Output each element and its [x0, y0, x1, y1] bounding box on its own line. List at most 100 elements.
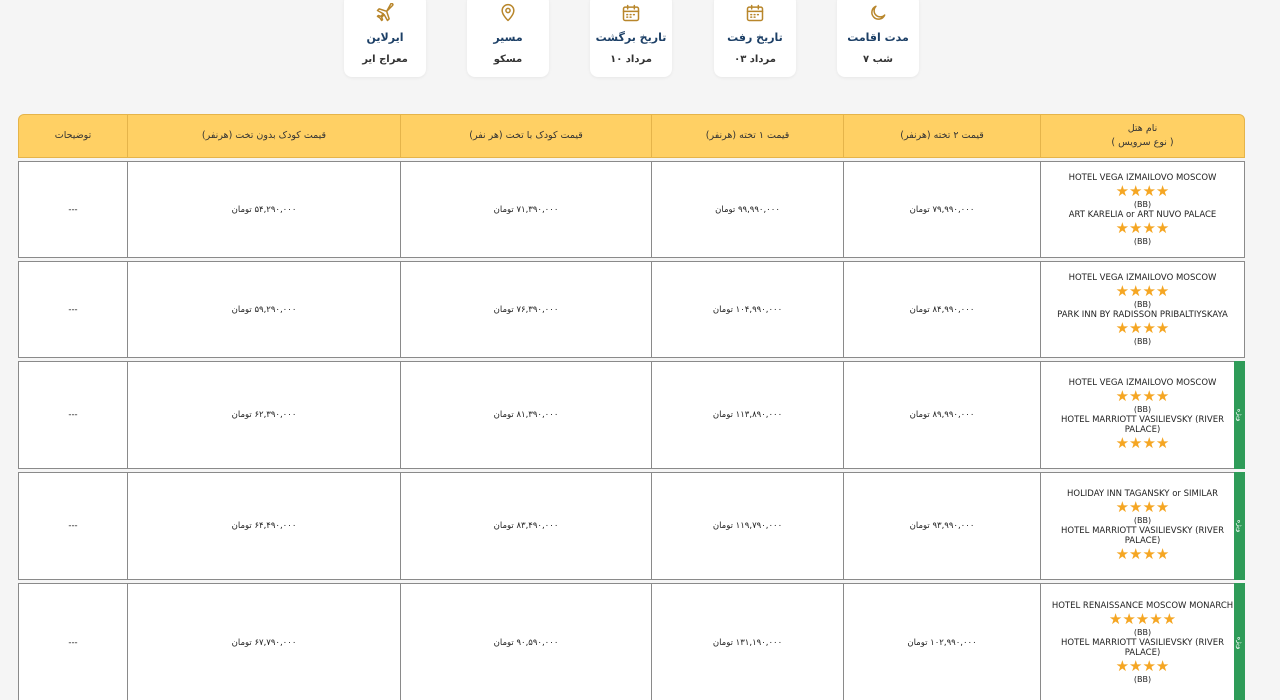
hotel-name: HOTEL MARRIOTT VASILIEVSKY (RIVER PALACE…	[1061, 638, 1224, 658]
hotel-names-cell: HOLIDAY INN TAGANSKY or SIMILAR ★★★★ (BB) H…	[1040, 472, 1245, 580]
child-no-bed-price-cell-text: ۶۴,۴۹۰,۰۰۰ تومان	[231, 521, 297, 531]
double-room-price-cell-text: ۱۰۲,۹۹۰,۰۰۰ تومان	[907, 638, 977, 648]
child-with-bed-price-cell-text: ۸۳,۴۹۰,۰۰۰ تومان	[493, 521, 559, 531]
child-with-bed-price-cell: ۸۳,۴۹۰,۰۰۰ تومان	[400, 472, 652, 580]
hotel-name: HOTEL VEGA IZMAILOVO MOSCOW	[1068, 172, 1217, 183]
single-room-price-cell: ۱۰۴,۹۹۰,۰۰۰ تومان	[651, 261, 844, 358]
info-card-value: ۷ شب	[862, 54, 893, 65]
child-with-bed-price-cell-text: ۹۰,۵۹۰,۰۰۰ تومان	[493, 638, 559, 648]
info-card-label: مسیر	[493, 31, 523, 44]
child-with-bed-price-cell-text: ۸۱,۳۹۰,۰۰۰ تومان	[493, 410, 559, 420]
notes-cell: ---	[18, 583, 128, 700]
notes-cell-text: ---	[68, 638, 78, 648]
child-with-bed-price-cell: ۹۰,۵۹۰,۰۰۰ تومان	[400, 583, 652, 700]
calendar-icon	[714, 3, 796, 25]
info-card-value: مسکو	[493, 54, 523, 65]
service-type: (BB)	[1133, 516, 1152, 525]
notes-cell-text: ---	[68, 204, 78, 215]
hotel-names-cell: HOTEL RENAISSANCE MOSCOW MONARCH ★★★★★ (BB…	[1040, 583, 1245, 700]
single-room-price-cell: ۱۳۱,۱۹۰,۰۰۰ تومان	[651, 583, 844, 700]
service-type: (BB)	[1133, 675, 1152, 684]
location-pin-icon	[467, 3, 549, 25]
trip-info-cards: ایرلاین معراج ایر مسیر مسکو تاریخ برگشت …	[0, 0, 1280, 80]
special-offer-badge-text: ویژه	[1235, 408, 1244, 422]
header-hotel-name-label: نام هتل	[1127, 123, 1158, 134]
single-room-price-cell-text: ۱۳۱,۱۹۰,۰۰۰ تومان	[712, 638, 783, 648]
double-room-price-cell: ۸۴,۹۹۰,۰۰۰ تومان	[843, 261, 1041, 358]
special-offer-badge: ویژه	[1234, 361, 1245, 469]
notes-cell: ---	[18, 161, 128, 258]
info-card-label: تاریخ رفت	[727, 31, 783, 44]
single-room-price-cell: ۱۱۳,۸۹۰,۰۰۰ تومان	[651, 361, 844, 469]
special-offer-badge-text: ویژه	[1235, 636, 1244, 650]
hotel-name: ART KARELIA or ART NUVO PALACE	[1068, 209, 1217, 220]
table-row: --- ۵۴,۲۹۰,۰۰۰ تومان ۷۱,۳۹۰,۰۰۰ تومان ۹۹,۹۹…	[18, 161, 1245, 258]
special-offer-badge: ویژه	[1234, 583, 1245, 700]
single-room-price-cell: ۱۱۹,۷۹۰,۰۰۰ تومان	[651, 472, 844, 580]
service-type: (BB)	[1133, 628, 1152, 637]
info-card-route: مسیر مسکو	[467, 0, 549, 77]
child-no-bed-price-cell: ۶۴,۴۹۰,۰۰۰ تومان	[127, 472, 401, 580]
notes-cell-text: ---	[68, 304, 78, 315]
special-offer-badge: ویژه	[1234, 472, 1245, 580]
info-card-label: تاریخ برگشت	[595, 31, 667, 44]
header-double-room: قیمت ۲ تخته (هرنفر)	[843, 114, 1041, 158]
hotel-names-cell: HOTEL VEGA IZMAILOVO MOSCOW ★★★★ (BB) PARK …	[1040, 261, 1245, 358]
service-type: (BB)	[1133, 299, 1152, 309]
info-card-stay-duration: مدت اقامت ۷ شب	[837, 0, 919, 77]
header-child-no-bed: قیمت کودک بدون تخت (هرنفر)	[127, 114, 401, 158]
single-room-price-cell-text: ۹۹,۹۹۰,۰۰۰ تومان	[715, 204, 780, 215]
header-hotel-name: نام هتل ( نوع سرویس )	[1040, 114, 1245, 158]
child-with-bed-price-cell-text: ۷۶,۳۹۰,۰۰۰ تومان	[493, 304, 559, 315]
single-room-price-cell: ۹۹,۹۹۰,۰۰۰ تومان	[651, 161, 844, 258]
double-room-price-cell: ۷۹,۹۹۰,۰۰۰ تومان	[843, 161, 1041, 258]
child-no-bed-price-cell-text: ۵۴,۲۹۰,۰۰۰ تومان	[231, 204, 297, 215]
double-room-price-cell: ۹۳,۹۹۰,۰۰۰ تومان	[843, 472, 1041, 580]
calendar-icon	[590, 3, 672, 25]
double-room-price-cell: ۸۹,۹۹۰,۰۰۰ تومان	[843, 361, 1041, 469]
info-card-departure-date: تاریخ رفت ۰۳ مرداد	[714, 0, 796, 77]
table-row: --- ۶۴,۴۹۰,۰۰۰ تومان ۸۳,۴۹۰,۰۰۰ تومان ۱۱۹,۷…	[18, 472, 1245, 580]
hotel-name: PARK INN BY RADISSON PRIBALTIYSKAYA	[1057, 309, 1228, 320]
moon-icon	[837, 3, 919, 25]
hotel-name: HOTEL MARRIOTT VASILIEVSKY (RIVER PALACE…	[1061, 415, 1224, 435]
child-no-bed-price-cell: ۵۴,۲۹۰,۰۰۰ تومان	[127, 161, 401, 258]
table-row: --- ۶۷,۷۹۰,۰۰۰ تومان ۹۰,۵۹۰,۰۰۰ تومان ۱۳۱,۱…	[18, 583, 1245, 700]
hotel-name: HOTEL VEGA IZMAILOVO MOSCOW	[1068, 272, 1217, 283]
header-notes: توضیحات	[18, 114, 128, 158]
child-with-bed-price-cell-text: ۷۱,۳۹۰,۰۰۰ تومان	[493, 204, 559, 215]
notes-cell: ---	[18, 361, 128, 469]
child-with-bed-price-cell: ۸۱,۳۹۰,۰۰۰ تومان	[400, 361, 652, 469]
info-card-value: ۰۳ مرداد	[734, 54, 776, 65]
double-room-price-cell-text: ۸۴,۹۹۰,۰۰۰ تومان	[909, 304, 975, 315]
star-rating-icon: ★★★★★	[1108, 610, 1177, 628]
notes-cell: ---	[18, 472, 128, 580]
header-single-room: قیمت ۱ تخته (هرنفر)	[651, 114, 844, 158]
star-rating-icon: ★★★★	[1115, 498, 1170, 516]
info-card-value: ۱۰ مرداد	[610, 54, 652, 65]
child-no-bed-price-cell-text: ۶۷,۷۹۰,۰۰۰ تومان	[231, 638, 297, 648]
child-no-bed-price-cell: ۶۷,۷۹۰,۰۰۰ تومان	[127, 583, 401, 700]
info-card-label: مدت اقامت	[847, 31, 909, 44]
star-rating-icon: ★★★★	[1115, 545, 1170, 563]
double-room-price-cell: ۱۰۲,۹۹۰,۰۰۰ تومان	[843, 583, 1041, 700]
star-rating-icon: ★★★★	[1115, 281, 1170, 300]
star-rating-icon: ★★★★	[1115, 218, 1170, 237]
child-no-bed-price-cell: ۵۹,۲۹۰,۰۰۰ تومان	[127, 261, 401, 358]
notes-cell-text: ---	[68, 410, 78, 420]
child-no-bed-price-cell: ۶۲,۳۹۰,۰۰۰ تومان	[127, 361, 401, 469]
double-room-price-cell-text: ۷۹,۹۹۰,۰۰۰ تومان	[909, 204, 975, 215]
service-type: (BB)	[1133, 405, 1152, 414]
hotel-names-cell: HOTEL VEGA IZMAILOVO MOSCOW ★★★★ (BB) ART K…	[1040, 161, 1245, 258]
info-card-airline: ایرلاین معراج ایر	[344, 0, 426, 77]
double-room-price-cell-text: ۸۹,۹۹۰,۰۰۰ تومان	[909, 410, 975, 420]
child-with-bed-price-cell: ۷۱,۳۹۰,۰۰۰ تومان	[400, 161, 652, 258]
star-rating-icon: ★★★★	[1115, 387, 1170, 405]
child-with-bed-price-cell: ۷۶,۳۹۰,۰۰۰ تومان	[400, 261, 652, 358]
info-card-return-date: تاریخ برگشت ۱۰ مرداد	[590, 0, 672, 77]
hotel-name: HOTEL MARRIOTT VASILIEVSKY (RIVER PALACE…	[1061, 526, 1224, 546]
star-rating-icon: ★★★★	[1115, 181, 1170, 200]
hotel-names-cell: HOTEL VEGA IZMAILOVO MOSCOW ★★★★ (BB) HOTEL…	[1040, 361, 1245, 469]
notes-cell: ---	[18, 261, 128, 358]
star-rating-icon: ★★★★	[1115, 318, 1170, 337]
